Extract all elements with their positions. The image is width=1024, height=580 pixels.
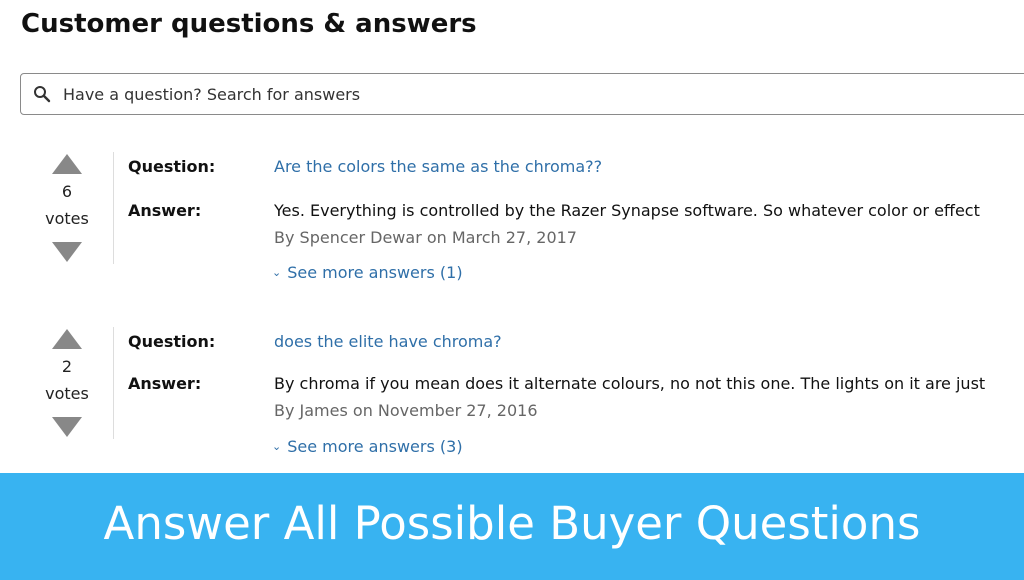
question-label: Question:	[128, 157, 216, 176]
downvote-arrow-icon[interactable]	[52, 417, 82, 437]
vote-widget: 6 votes	[36, 152, 98, 272]
divider	[113, 327, 114, 439]
search-icon	[34, 86, 51, 103]
answer-meta: By James on November 27, 2016	[274, 401, 538, 420]
chevron-down-icon: ⌄	[272, 440, 282, 453]
page-title: Customer questions & answers	[21, 9, 477, 39]
banner-text: Answer All Possible Buyer Questions	[103, 497, 921, 550]
vote-count: 6	[61, 182, 73, 201]
answer-meta: By Spencer Dewar on March 27, 2017	[274, 228, 577, 247]
see-more-label: See more answers (1)	[287, 263, 463, 282]
downvote-arrow-icon[interactable]	[52, 242, 82, 262]
answer-label: Answer:	[128, 201, 202, 220]
qa-item: 6 votes Question: Are the colors the sam…	[0, 152, 1024, 302]
qa-item: 2 votes Question: does the elite have ch…	[0, 327, 1024, 477]
answer-label: Answer:	[128, 374, 202, 393]
upvote-arrow-icon[interactable]	[52, 329, 82, 349]
vote-widget: 2 votes	[36, 327, 98, 447]
answer-text: Yes. Everything is controlled by the Raz…	[274, 201, 980, 220]
answer-text: By chroma if you mean does it alternate …	[274, 374, 986, 393]
search-box[interactable]	[20, 73, 1024, 115]
search-input[interactable]	[63, 80, 963, 108]
vote-count: 2	[61, 357, 73, 376]
promo-banner: Answer All Possible Buyer Questions	[0, 473, 1024, 580]
vote-label: votes	[45, 209, 89, 228]
upvote-arrow-icon[interactable]	[52, 154, 82, 174]
chevron-down-icon: ⌄	[272, 266, 282, 279]
divider	[113, 152, 114, 264]
question-label: Question:	[128, 332, 216, 351]
page: Customer questions & answers 6 votes Que…	[0, 0, 1024, 580]
vote-label: votes	[45, 384, 89, 403]
see-more-label: See more answers (3)	[287, 437, 463, 456]
see-more-answers-link[interactable]: ⌄ See more answers (3)	[272, 437, 463, 456]
question-link[interactable]: Are the colors the same as the chroma??	[274, 157, 602, 176]
see-more-answers-link[interactable]: ⌄ See more answers (1)	[272, 263, 463, 282]
question-link[interactable]: does the elite have chroma?	[274, 332, 502, 351]
